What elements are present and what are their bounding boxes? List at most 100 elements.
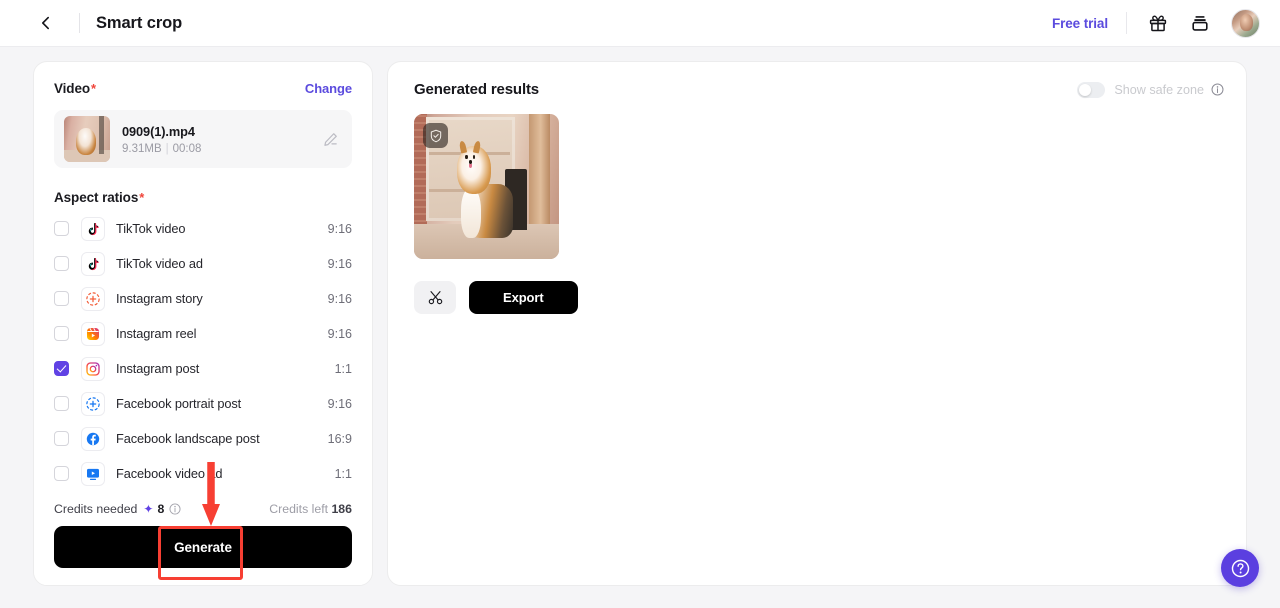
question-circle-icon [1231,559,1249,577]
generate-button[interactable]: Generate [54,526,352,568]
page-title: Smart crop [96,13,183,32]
aspect-ratio-name: TikTok video ad [116,256,203,271]
required-marker-2: * [139,190,145,205]
credits-needed-value: 8 [157,502,165,516]
free-trial-link[interactable]: Free trial [1052,16,1108,31]
watermark-badge [423,123,448,148]
file-size: 9.31MB [122,142,162,155]
change-video-link[interactable]: Change [305,81,352,96]
aspect-ratio-row[interactable]: Facebook video ad 1:1 [54,456,352,491]
avatar[interactable] [1231,8,1260,38]
aspect-ratio-row[interactable]: Facebook portrait post 9:16 [54,386,352,421]
header-divider [79,13,80,33]
aspect-ratio-value: 9:16 [327,396,352,411]
aspect-ratio-value: 9:16 [327,221,352,236]
aspect-ratio-name: Facebook portrait post [116,396,242,411]
platform-icon-wrapper [81,251,105,276]
help-button[interactable] [1221,549,1259,587]
aspect-ratio-list[interactable]: TikTok video 9:16 TikTok video ad 9:16 Ins… [54,211,352,496]
platform-icon-wrapper [81,426,105,451]
edit-video-button[interactable] [318,127,342,151]
tiktok-icon [88,257,99,270]
credits-needed: Credits needed ✦ 8 [54,502,181,516]
credits-info-button[interactable] [169,503,181,515]
aspect-ratio-checkbox[interactable] [54,291,69,306]
aspect-ratios-label: Aspect ratios* [54,190,145,205]
aspect-ratio-name: Instagram story [116,291,203,306]
show-safe-zone-toggle[interactable] [1077,81,1106,98]
results-header: Generated results Show safe zone [388,62,1246,98]
stack-icon [1192,16,1208,31]
platform-icon-wrapper [81,356,105,381]
result-actions: Export [414,281,1220,314]
aspect-ratio-value: 9:16 [327,291,352,306]
video-thumbnail [64,116,110,162]
header-divider-2 [1126,12,1127,34]
workspace-button[interactable] [1183,6,1217,40]
gift-button[interactable] [1141,6,1175,40]
shield-check-icon [430,129,441,142]
platform-icon-wrapper [81,286,105,311]
result-image [447,140,514,242]
platform-icon-wrapper [81,461,105,486]
safe-zone-info-button[interactable] [1211,83,1224,96]
facebook-story-icon [86,396,100,411]
pencil-icon [323,132,337,146]
aspect-ratio-value: 1:1 [334,361,352,376]
aspect-ratio-row[interactable]: Instagram reel 9:16 [54,316,352,351]
video-file-name: 0909(1).mp4 [122,123,195,139]
settings-panel: Video* Change 0909(1).mp4 9.31MB|00:08 [33,61,373,586]
platform-icon-wrapper [81,216,105,241]
aspect-ratio-row[interactable]: TikTok video ad 9:16 [54,246,352,281]
tiktok-icon [88,222,99,235]
credits-left-label: Credits left [269,502,329,516]
aspect-ratio-row[interactable]: Facebook landscape post 16:9 [54,421,352,456]
info-icon [169,503,181,515]
aspect-ratio-checkbox[interactable] [54,431,69,446]
aspect-ratio-name: TikTok video [116,221,186,236]
aspect-ratio-checkbox[interactable] [54,396,69,411]
gift-icon [1149,15,1167,32]
facebook-video-icon [87,468,99,480]
required-marker: * [91,81,96,96]
header-actions: Free trial [1052,6,1260,40]
aspect-ratio-value: 1:1 [334,466,352,481]
aspect-ratio-value: 16:9 [327,431,352,446]
aspect-ratio-row[interactable]: Instagram story 9:16 [54,281,352,316]
export-button[interactable]: Export [469,281,578,314]
aspect-ratio-checkbox[interactable] [54,221,69,236]
results-panel: Generated results Show safe zone Export [387,61,1247,586]
aspect-ratio-row[interactable]: TikTok video 9:16 [54,211,352,246]
generated-result-card[interactable] [414,114,559,259]
aspect-ratio-name: Facebook landscape post [116,431,260,446]
aspect-ratio-checkbox[interactable] [54,466,69,481]
aspect-ratio-name: Instagram post [116,361,200,376]
credits-needed-label: Credits needed [54,502,138,516]
aspect-ratio-checkbox[interactable] [54,256,69,271]
platform-icon-wrapper [81,321,105,346]
instagram-icon [86,361,100,376]
video-label: Video* [54,81,96,96]
aspect-ratio-name: Instagram reel [116,326,197,341]
aspect-ratio-value: 9:16 [327,326,352,341]
video-file-card[interactable]: 0909(1).mp4 9.31MB | 00:08 [54,110,352,168]
back-button[interactable] [29,6,63,40]
safe-zone-control: Show safe zone [1077,81,1224,98]
facebook-icon [86,432,100,445]
aspect-ratio-value: 9:16 [327,256,352,271]
panel-footer: Credits needed ✦ 8 Credits left 186 Gene… [34,494,372,585]
safe-zone-label: Show safe zone [1114,82,1204,97]
credits-row: Credits needed ✦ 8 Credits left 186 [54,494,352,526]
aspect-ratio-checkbox[interactable] [54,361,69,376]
scissors-icon [428,291,442,305]
results-title: Generated results [414,81,540,98]
sparkle-icon: ✦ [143,502,154,516]
file-duration: 00:08 [172,142,202,155]
app-header: Smart crop Free trial [0,0,1280,47]
trim-button[interactable] [414,281,456,314]
aspect-ratio-row[interactable]: Instagram post 1:1 [54,351,352,386]
results-body: Export [388,98,1246,314]
video-file-info: 0909(1).mp4 9.31MB | 00:08 [122,124,318,155]
aspect-ratio-checkbox[interactable] [54,326,69,341]
chevron-left-icon [42,16,49,30]
